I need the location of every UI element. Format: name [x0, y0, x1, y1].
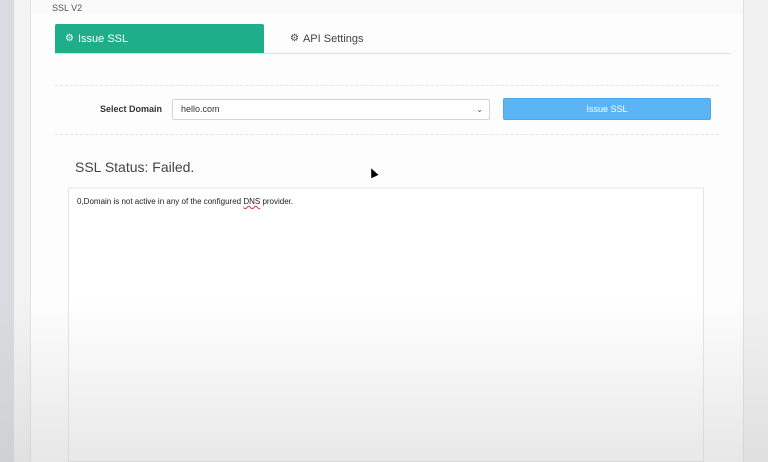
- output-text-dns: DNS: [243, 197, 261, 206]
- ssl-output-log[interactable]: 0,Domain is not active in any of the con…: [68, 187, 704, 462]
- divider: [55, 134, 719, 135]
- issue-ssl-button[interactable]: Issue SSL: [503, 98, 711, 120]
- gear-icon: ⚙: [65, 33, 74, 44]
- tab-bar: ⚙ Issue SSL ⚙ API Settings: [55, 24, 731, 54]
- tab-api-settings[interactable]: ⚙ API Settings: [280, 24, 420, 53]
- ssl-status-heading: SSL Status: Failed.: [75, 159, 195, 175]
- page-title: SSL V2: [52, 3, 83, 13]
- chevron-down-icon: ⌄: [476, 105, 483, 114]
- domain-select[interactable]: hello.com ⌄: [172, 99, 490, 120]
- tab-api-settings-label: API Settings: [302, 32, 364, 45]
- divider: [55, 85, 719, 86]
- left-scroll-gutter: [0, 0, 14, 462]
- select-domain-label: Select Domain: [100, 104, 163, 114]
- domain-select-value: hello.com: [181, 104, 220, 114]
- output-text-prefix: 0,Domain is not active in any of the con…: [77, 197, 244, 206]
- right-frame: [743, 0, 768, 462]
- top-bar: [0, 0, 768, 14]
- tab-issue-ssl[interactable]: ⚙ Issue SSL: [55, 24, 264, 53]
- tab-issue-ssl-label: Issue SSL: [77, 32, 129, 45]
- gears-icon: ⚙: [290, 33, 299, 44]
- left-frame: [14, 0, 31, 462]
- output-text-suffix: provider.: [260, 197, 294, 206]
